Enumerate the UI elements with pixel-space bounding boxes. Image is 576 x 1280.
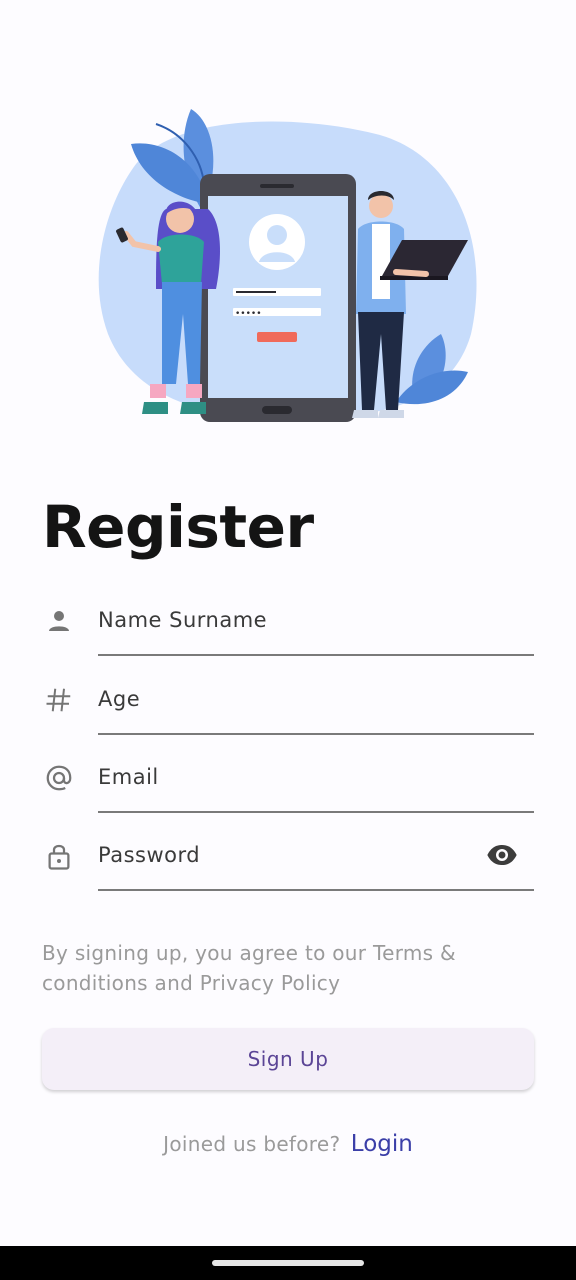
age-input[interactable] xyxy=(98,673,478,725)
system-nav-bar xyxy=(0,1246,576,1280)
home-indicator[interactable] xyxy=(212,1260,364,1266)
lock-icon xyxy=(48,844,70,870)
age-underline xyxy=(98,733,534,735)
login-question: Joined us before? xyxy=(163,1132,341,1156)
email-field xyxy=(40,751,534,813)
name-underline xyxy=(98,654,534,656)
hash-icon xyxy=(46,688,71,712)
person-icon xyxy=(49,611,69,631)
eye-icon[interactable] xyxy=(484,839,520,871)
terms-text: By signing up, you agree to our Terms & … xyxy=(42,941,456,995)
password-input[interactable] xyxy=(98,829,478,881)
at-icon xyxy=(46,765,72,791)
page-title: Register xyxy=(42,493,314,561)
login-prompt: Joined us before? Login xyxy=(0,1126,576,1162)
register-illustration: ••••• xyxy=(98,109,477,422)
email-input[interactable] xyxy=(98,751,478,803)
register-screen: ••••• Register Name Surname Age Email By… xyxy=(0,0,576,1280)
name-field xyxy=(40,594,534,656)
login-link[interactable]: Login xyxy=(351,1131,413,1157)
age-field xyxy=(40,673,534,735)
signup-button[interactable]: Sign Up xyxy=(42,1028,534,1090)
svg-text:•••••: ••••• xyxy=(235,309,262,319)
name-input[interactable] xyxy=(98,594,478,646)
email-underline xyxy=(98,811,534,813)
password-underline xyxy=(98,889,534,891)
password-field xyxy=(40,829,534,891)
